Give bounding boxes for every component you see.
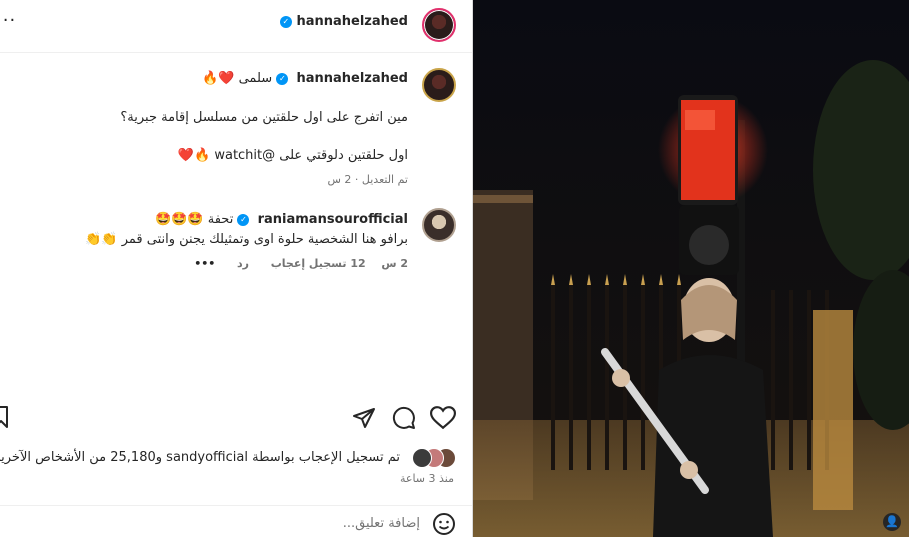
add-comment-bar: إضافة تعليق... [0,505,472,537]
header-username-text[interactable]: hannahelzahed [296,14,408,29]
post-time-ago: منذ 3 ساعة [399,472,454,485]
more-options-icon[interactable]: ··· [0,10,16,31]
post-photo[interactable]: 👤 [473,0,909,537]
caption-header-line: hannahelzahed ✓ سلمى ❤️🔥 [202,71,408,86]
header-username[interactable]: ✓ hannahelzahed [279,14,408,29]
post-actions [0,398,472,438]
verified-icon: ✓ [237,213,250,226]
comment-line-2: برافو هنا الشخصية حلوة اوى وتمثيلك يجنن … [85,232,408,247]
comment-username[interactable]: raniamansourofficial [258,212,408,227]
comment-header-line: raniamansourofficial ✓ تحفة 🤩🤩🤩 [155,212,408,227]
post-details-panel: ··· ✓ hannahelzahed hannahelzahed ✓ سلمى… [0,0,472,537]
verified-icon: ✓ [279,15,292,28]
comment-line-1: تحفة 🤩🤩🤩 [155,212,234,227]
post-header: ··· ✓ hannahelzahed [0,0,472,53]
header-avatar[interactable] [422,8,456,42]
comment-input[interactable]: إضافة تعليق... [343,516,420,531]
caption-line-2: مين اتفرج على اول حلقتين من مسلسل إقامة … [120,110,408,125]
liker-avatar[interactable] [412,448,432,468]
photo-illustration [473,0,909,537]
likes-summary[interactable]: تم تسجيل الإعجاب بواسطة sandyofficial و2… [0,450,400,465]
caption-avatar[interactable] [422,68,456,102]
caption-line-1: سلمى ❤️🔥 [202,71,273,86]
caption-line-3: اول حلقتين دلوقتي على @watchit 🔥❤️ [177,148,408,163]
tagged-user-icon[interactable]: 👤 [883,513,901,531]
verified-icon: ✓ [276,72,289,85]
comment-meta: 2 س 12 تسجيل إعجاب رد ••• [194,257,408,270]
save-icon[interactable] [0,406,8,428]
comment-reply-button[interactable]: رد [237,257,249,270]
comment-icon[interactable] [392,406,416,430]
caption-username[interactable]: hannahelzahed [296,71,408,86]
caption-meta: تم التعديل · 2 س [327,173,408,186]
emoji-icon[interactable] [432,512,456,536]
comment-avatar[interactable] [422,208,456,242]
comment-time: 2 س [381,257,408,270]
share-icon[interactable] [352,406,376,430]
comment-more-icon[interactable]: ••• [194,257,215,270]
comment-likes[interactable]: 12 تسجيل إعجاب [271,257,366,270]
heart-icon[interactable] [430,406,456,430]
